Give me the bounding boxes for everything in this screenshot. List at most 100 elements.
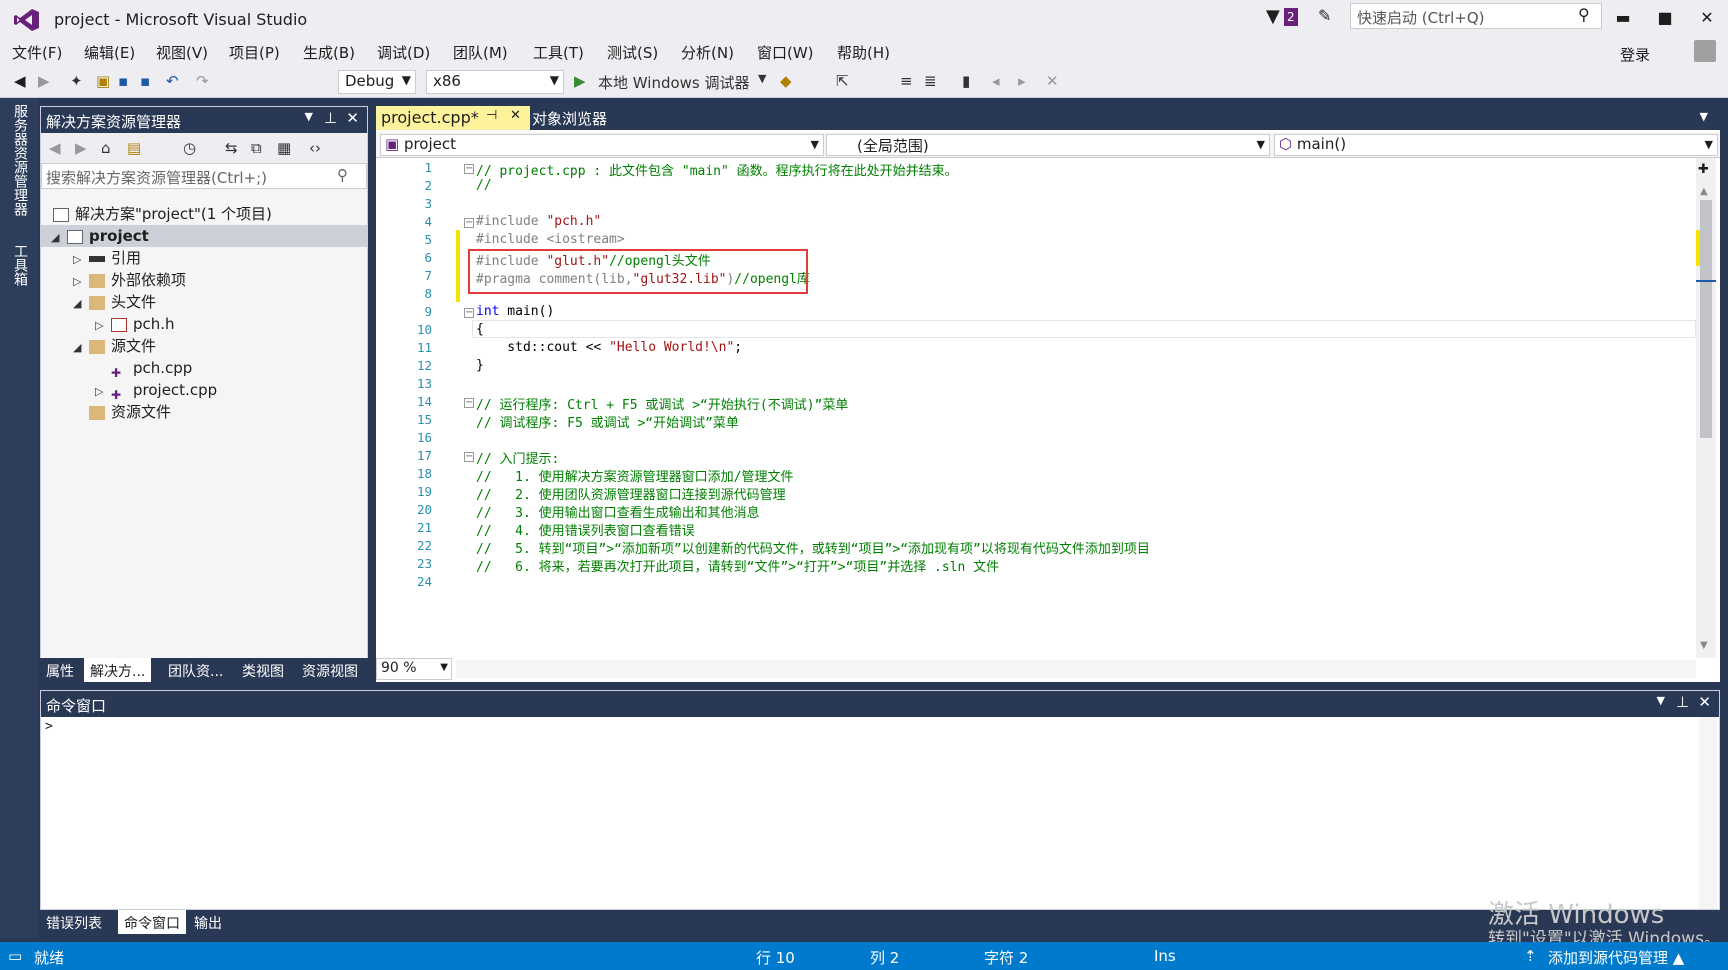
- menu-debug[interactable]: 调试(D): [377, 42, 430, 63]
- notification-badge[interactable]: 2: [1284, 8, 1298, 26]
- fold-toggle-icon[interactable]: −: [464, 452, 474, 462]
- menu-view[interactable]: 视图(V): [156, 42, 208, 63]
- expanded-icon[interactable]: ◢: [51, 227, 67, 249]
- back-icon[interactable]: ◀: [14, 72, 26, 90]
- code-line[interactable]: // 5. 转到“项目”>“添加新项”以创建新的代码文件，或转到“项目”>“添加…: [476, 538, 1150, 557]
- tree-item-solution[interactable]: 解决方案"project"(1 个项目): [53, 203, 272, 225]
- tree-item-external-deps[interactable]: ▷ 外部依赖项: [73, 269, 186, 291]
- tab-error-list[interactable]: 错误列表: [46, 913, 102, 933]
- close-icon[interactable]: ✕: [1698, 693, 1711, 711]
- code-line[interactable]: //: [476, 178, 492, 196]
- notification-filter-icon[interactable]: ▼: [1266, 6, 1280, 27]
- pin-icon[interactable]: ⊥: [324, 109, 337, 127]
- toolbox-tab[interactable]: 工具箱: [10, 244, 30, 286]
- collapsed-icon[interactable]: ▷: [95, 315, 111, 337]
- code-view-icon[interactable]: ‹›: [309, 139, 321, 157]
- show-all-icon[interactable]: ▦: [277, 139, 291, 157]
- redo-icon[interactable]: ↷: [196, 72, 209, 90]
- menu-test[interactable]: 测试(S): [607, 42, 658, 63]
- tab-solution-explorer[interactable]: 解决方...: [84, 658, 152, 682]
- tree-item-pch-cpp[interactable]: ✚ pch.cpp: [111, 357, 192, 380]
- code-line[interactable]: // 1. 使用解决方案资源管理器窗口添加/管理文件: [476, 466, 793, 485]
- platform-select[interactable]: x86 ▼: [426, 70, 564, 94]
- scroll-down-icon[interactable]: ▼: [1700, 640, 1708, 651]
- forward-icon[interactable]: ▶: [75, 139, 87, 157]
- scroll-thumb[interactable]: [1700, 200, 1712, 438]
- solution-search-input[interactable]: 搜索解决方案资源管理器(Ctrl+;) ⚲: [41, 163, 367, 189]
- uncomment-icon[interactable]: ≣: [924, 72, 937, 90]
- tab-properties[interactable]: 属性: [46, 661, 74, 681]
- feedback-icon[interactable]: ✎: [1318, 6, 1331, 25]
- code-line[interactable]: // 调试程序: F5 或调试 >“开始调试”菜单: [476, 412, 739, 431]
- menu-help[interactable]: 帮助(H): [837, 42, 890, 63]
- tab-team-explorer[interactable]: 团队资...: [168, 661, 223, 681]
- back-icon[interactable]: ◀: [49, 139, 61, 157]
- user-avatar-icon[interactable]: [1694, 40, 1716, 62]
- fold-toggle-icon[interactable]: −: [464, 308, 474, 318]
- close-icon[interactable]: ✕: [346, 109, 359, 127]
- code-line[interactable]: {: [476, 322, 484, 340]
- start-debug-dropdown-icon[interactable]: ▼: [758, 72, 766, 85]
- code-line[interactable]: // 运行程序: Ctrl + F5 或调试 >“开始执行(不调试)”菜单: [476, 394, 848, 413]
- code-line[interactable]: }: [476, 358, 484, 376]
- code-line[interactable]: std::cout << "Hello World!\n";: [476, 340, 742, 358]
- expanded-icon[interactable]: ◢: [73, 293, 89, 315]
- solution-config-select[interactable]: Debug ▼: [338, 70, 416, 94]
- next-bookmark-icon[interactable]: ▸: [1018, 72, 1026, 90]
- home-icon[interactable]: ⌂: [101, 139, 111, 157]
- tree-item-project[interactable]: ◢ project: [41, 225, 367, 247]
- fold-toggle-icon[interactable]: −: [464, 218, 474, 228]
- tree-item-header-files[interactable]: ◢ 头文件: [73, 291, 156, 313]
- code-line[interactable]: #include "pch.h": [476, 214, 601, 232]
- save-all-icon[interactable]: ▪: [140, 72, 150, 90]
- prev-bookmark-icon[interactable]: ◂: [992, 72, 1000, 90]
- server-explorer-tab[interactable]: 服务器资源管理器: [10, 104, 30, 216]
- clear-bookmarks-icon[interactable]: ✕: [1046, 72, 1059, 90]
- command-input-area[interactable]: >: [41, 717, 1719, 909]
- bookmark-icon[interactable]: ▮: [962, 72, 970, 90]
- search-icon[interactable]: ⚲: [337, 166, 348, 184]
- collapsed-icon[interactable]: ▷: [73, 271, 89, 293]
- split-icon[interactable]: ✚: [1698, 162, 1709, 177]
- tab-output[interactable]: 输出: [194, 913, 222, 933]
- undo-icon[interactable]: ↶: [166, 72, 179, 90]
- expanded-icon[interactable]: ◢: [73, 337, 89, 359]
- panel-menu-icon[interactable]: ▼: [305, 110, 313, 123]
- code-line[interactable]: #include <iostream>: [476, 232, 625, 250]
- menu-build[interactable]: 生成(B): [303, 42, 355, 63]
- fold-toggle-icon[interactable]: −: [464, 398, 474, 408]
- code-line[interactable]: // 6. 将来，若要再次打开此项目，请转到“文件”>“打开”>“项目”并选择 …: [476, 556, 999, 575]
- menu-team[interactable]: 团队(M): [453, 42, 508, 63]
- collapsed-icon[interactable]: ▷: [95, 381, 111, 403]
- code-line[interactable]: // project.cpp : 此文件包含 "main" 函数。程序执行将在此…: [476, 160, 958, 179]
- code-line[interactable]: // 4. 使用错误列表窗口查看错误: [476, 520, 695, 539]
- collapsed-icon[interactable]: ▷: [73, 249, 89, 271]
- tree-item-pch-h[interactable]: ▷ pch.h: [95, 313, 175, 335]
- member-nav-select[interactable]: ⬡ main() ▼: [1274, 134, 1718, 156]
- history-icon[interactable]: ◷: [183, 139, 196, 157]
- code-line[interactable]: // 入门提示:: [476, 448, 559, 467]
- editor-horizontal-scrollbar[interactable]: [456, 660, 1696, 678]
- tab-object-browser[interactable]: 对象浏览器: [532, 108, 607, 129]
- maximize-button[interactable]: ■: [1650, 6, 1680, 30]
- menu-file[interactable]: 文件(F): [12, 42, 62, 63]
- start-debug-icon[interactable]: ▶: [574, 72, 586, 90]
- code-line[interactable]: int main(): [476, 304, 554, 322]
- start-debug-button[interactable]: 本地 Windows 调试器: [598, 72, 750, 93]
- fold-toggle-icon[interactable]: −: [464, 164, 474, 174]
- save-icon[interactable]: ▪: [118, 72, 128, 90]
- find-icon[interactable]: ◆: [780, 72, 792, 90]
- pin-icon[interactable]: ⊥: [1676, 693, 1689, 711]
- tab-list-icon[interactable]: ▼: [1700, 110, 1708, 123]
- menu-project[interactable]: 项目(P): [229, 42, 280, 63]
- tree-item-references[interactable]: ▷ 引用: [73, 247, 141, 269]
- search-icon[interactable]: ⚲: [1578, 5, 1590, 24]
- panel-menu-icon[interactable]: ▼: [1657, 694, 1665, 707]
- minimize-button[interactable]: ▬: [1608, 6, 1638, 30]
- tree-item-source-files[interactable]: ◢ 源文件: [73, 335, 156, 357]
- scroll-up-icon[interactable]: ▲: [1700, 186, 1708, 197]
- folder-view-icon[interactable]: ▤: [127, 139, 141, 157]
- code-line[interactable]: // 2. 使用团队资源管理器窗口连接到源代码管理: [476, 484, 786, 503]
- project-nav-select[interactable]: ▣ project ▼: [380, 134, 824, 156]
- code-line[interactable]: // 3. 使用输出窗口查看生成输出和其他消息: [476, 502, 760, 521]
